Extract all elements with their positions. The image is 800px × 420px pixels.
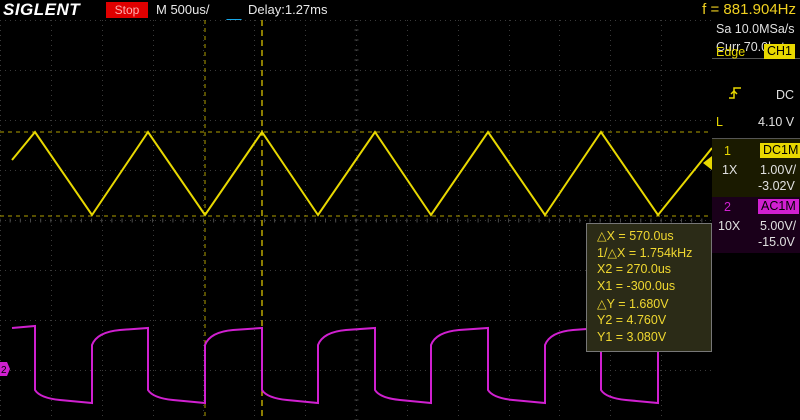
ch2-scale[interactable]: 5.00V/ [760, 219, 796, 233]
cursor-inv-delta-x: 1/△X = 1.754kHz [597, 246, 693, 260]
ch2-coupling-badge[interactable]: AC1M [758, 199, 799, 214]
cursor-delta-y: △Y = 1.680V [597, 297, 669, 311]
trigger-source-badge[interactable]: CH1 [764, 44, 796, 59]
cursor-y1: Y1 = 3.080V [597, 330, 667, 344]
top-status-bar: SIGLENT Stop M 500us/ Delay:1.27ms f = 8… [0, 0, 800, 20]
cursor-y2: Y2 = 4.760V [597, 313, 667, 327]
ch2-offset[interactable]: -15.0V [758, 235, 795, 249]
ch1-coupling-badge[interactable]: DC1M [760, 143, 800, 158]
ch1-probe: 1X [722, 163, 738, 177]
sample-rate: Sa 10.0MSa/s [716, 22, 795, 36]
trigger-level-label: L [716, 115, 723, 129]
cursor-measurement-panel: △X = 570.0us 1/△X = 1.754kHz X2 = 270.0u… [586, 223, 712, 352]
delay-readout[interactable]: Delay:1.27ms [248, 0, 327, 20]
waveform-display[interactable]: 2 [0, 20, 712, 420]
rising-edge-icon [729, 87, 741, 99]
ch1-offset[interactable]: -3.02V [758, 179, 795, 193]
ch1-number: 1 [724, 144, 731, 158]
ch2-number: 2 [724, 200, 731, 214]
ch2-probe: 10X [718, 219, 741, 233]
cursor-x2: X2 = 270.0us [597, 262, 672, 276]
cursor-delta-x: △X = 570.0us [597, 229, 674, 243]
trigger-level-value[interactable]: 4.10 V [758, 115, 794, 129]
ch1-scale[interactable]: 1.00V/ [760, 163, 796, 177]
timebase-readout[interactable]: M 500us/ [156, 0, 209, 20]
cursor-x1: X1 = -300.0us [597, 279, 676, 293]
run-stop-badge[interactable]: Stop [106, 2, 148, 18]
trigger-type[interactable]: Edge [716, 45, 745, 59]
trigger-coupling[interactable]: DC [776, 88, 794, 102]
frequency-counter: f = 881.904Hz [702, 1, 796, 18]
brand-logo: SIGLENT [3, 0, 81, 19]
ch2-marker-label: 2 [1, 365, 7, 376]
